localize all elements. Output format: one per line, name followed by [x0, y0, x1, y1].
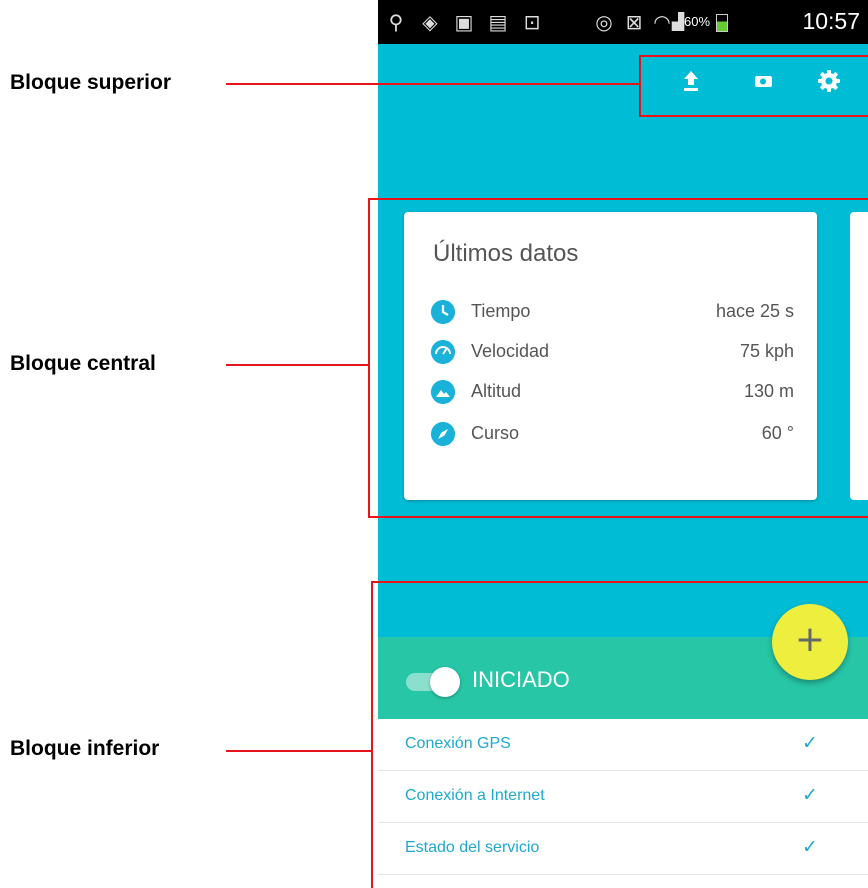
file-icon: ▤ [488, 10, 508, 34]
annotation-box-top [639, 55, 868, 117]
location-icon: ⚲ [388, 10, 404, 34]
battery-icon [716, 14, 728, 32]
check-icon: ✓ [802, 784, 818, 806]
battery-percentage: 60% [684, 14, 711, 29]
list-item-service[interactable]: Estado del servicio ✓ [378, 823, 868, 875]
service-status-label: INICIADO [472, 667, 570, 692]
eye-icon: ◎ [595, 10, 613, 34]
nfc-icon: ⊠ [625, 10, 643, 34]
check-icon: ✓ [802, 836, 818, 858]
gallery-icon: ▣ [454, 10, 474, 34]
list-item-internet[interactable]: Conexión a Internet ✓ [378, 771, 868, 823]
shopping-bag-icon: ⊡ [523, 10, 541, 34]
annotation-leader-bottom [226, 750, 372, 752]
status-time: 10:57 [802, 8, 860, 34]
service-toggle-knob[interactable] [430, 667, 460, 697]
annotation-leader-top [226, 83, 640, 85]
add-fab-button[interactable]: + [772, 604, 848, 680]
check-icon: ✓ [802, 732, 818, 754]
annotation-box-bottom-left [371, 581, 373, 888]
annotation-box-bottom-top [371, 581, 868, 583]
annotation-bottom-block: Bloque inferior [10, 737, 160, 760]
annotation-top-block: Bloque superior [10, 71, 172, 94]
plus-icon: + [794, 619, 826, 660]
annotation-central-block: Bloque central [10, 352, 156, 375]
list-item-label: Conexión a Internet [405, 787, 545, 804]
list-item-label: Estado del servicio [405, 839, 540, 856]
annotation-leader-central [226, 364, 369, 366]
status-bar: ⚲ ◈ ▣ ▤ ⊡ ◎ ⊠ ◠ ▟ 60% 10:57 [378, 0, 868, 44]
gps-icon: ◈ [422, 10, 438, 34]
annotation-box-central [368, 198, 868, 518]
list-item-gps[interactable]: Conexión GPS ✓ [378, 719, 868, 771]
list-item-label: Conexión GPS [405, 735, 511, 752]
